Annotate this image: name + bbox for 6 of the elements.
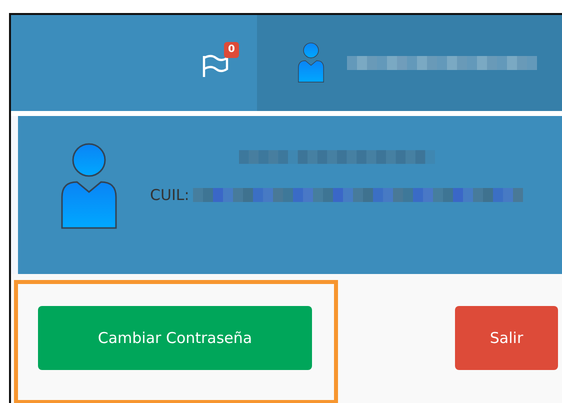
logout-button[interactable]: Salir — [455, 306, 558, 370]
notification-badge: 0 — [224, 42, 239, 58]
user-icon — [297, 42, 325, 84]
change-password-button[interactable]: Cambiar Contraseña — [38, 306, 312, 370]
flag-icon[interactable] — [201, 54, 229, 78]
cuil-label: CUIL: — [150, 186, 190, 204]
